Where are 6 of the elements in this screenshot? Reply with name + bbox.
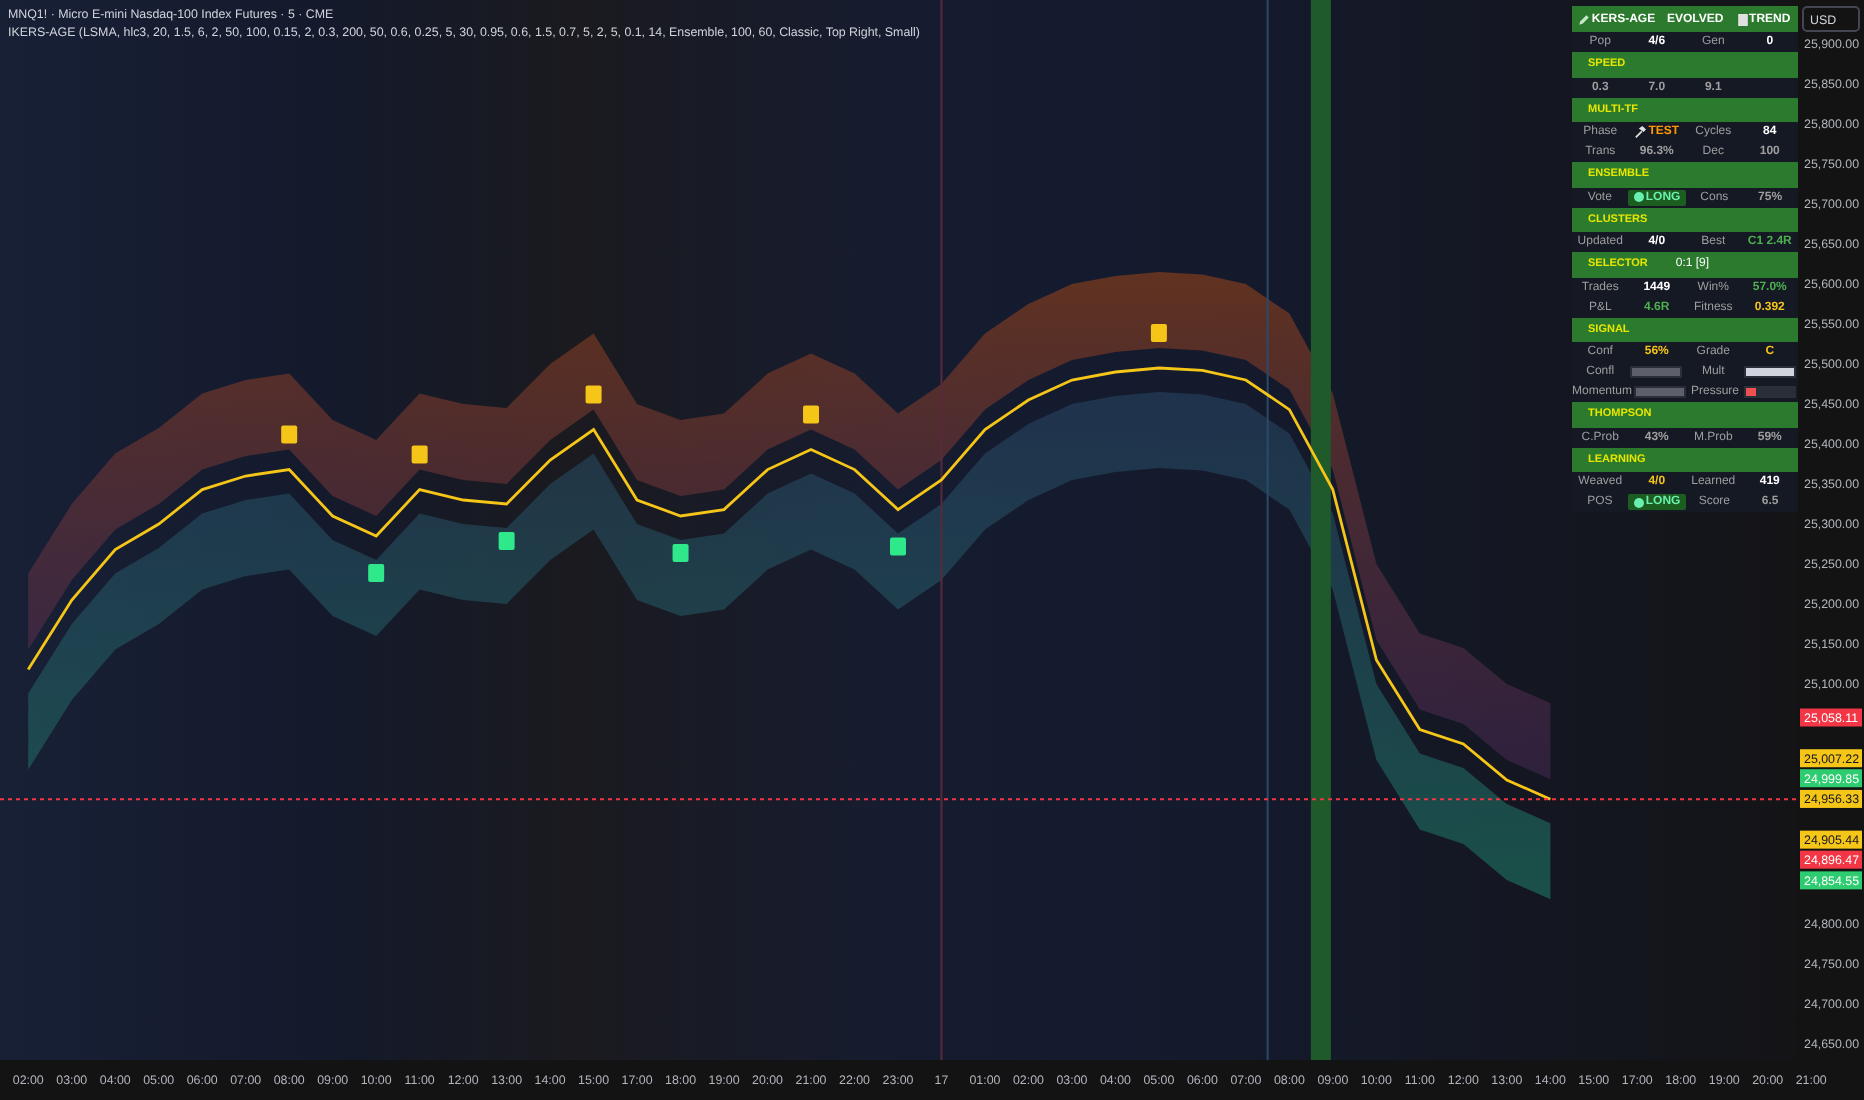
hammer-icon <box>1634 126 1647 138</box>
dot-icon <box>1633 192 1644 202</box>
pencil-icon <box>1577 13 1590 25</box>
buy-signal-marker <box>368 564 385 582</box>
dot-icon <box>1633 497 1644 507</box>
document-icon <box>1737 13 1748 25</box>
